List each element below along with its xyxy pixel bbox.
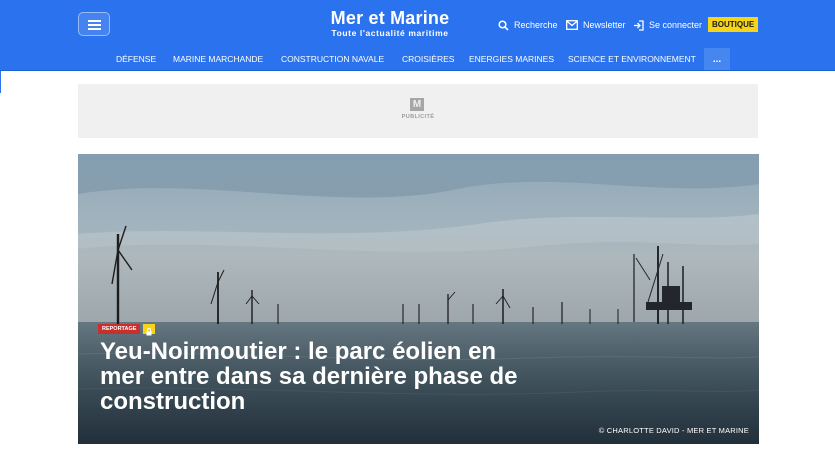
photo-credit: © CHARLOTTE DAVID - MER ET MARINE bbox=[598, 426, 749, 435]
nav-item-science-environnement[interactable]: SCIENCE ET ENVIRONNEMENT bbox=[568, 48, 696, 70]
main-nav: DÉFENSE MARINE MARCHANDE CONSTRUCTION NA… bbox=[0, 48, 835, 70]
newsletter-label: Newsletter bbox=[583, 20, 626, 30]
category-badge: REPORTAGE bbox=[98, 324, 141, 334]
article-title[interactable]: Yeu-Noirmoutier : le parc éolien en mer … bbox=[100, 339, 540, 414]
nav-item-croisieres[interactable]: CROISIÈRES bbox=[402, 48, 454, 70]
search-button[interactable]: Recherche bbox=[498, 15, 558, 35]
nav-item-marine-marchande[interactable]: MARINE MARCHANDE bbox=[173, 48, 263, 70]
shop-button[interactable]: BOUTIQUE bbox=[708, 17, 759, 32]
login-label: Se connecter bbox=[649, 20, 703, 30]
login-icon bbox=[634, 19, 644, 31]
ad-label: PUBLICITÉ bbox=[401, 114, 435, 120]
hero-article[interactable]: REPORTAGE Yeu-Noirmoutier : le parc éoli… bbox=[78, 154, 759, 444]
page-edge-line bbox=[0, 71, 1, 93]
nav-item-energies-marines[interactable]: ENERGIES MARINES bbox=[469, 48, 554, 70]
ad-logo: M bbox=[410, 98, 424, 111]
login-button[interactable]: Se connecter bbox=[633, 15, 702, 35]
newsletter-button[interactable]: Newsletter bbox=[566, 15, 626, 35]
article-badges: REPORTAGE bbox=[98, 324, 156, 336]
nav-item-defense[interactable]: DÉFENSE bbox=[116, 48, 156, 70]
premium-badge bbox=[143, 324, 156, 336]
search-label: Recherche bbox=[514, 20, 558, 30]
lock-icon bbox=[146, 328, 152, 336]
nav-divider bbox=[0, 70, 835, 71]
mail-icon bbox=[566, 20, 578, 30]
nav-more-button[interactable]: ... bbox=[704, 48, 730, 70]
ad-banner[interactable]: M PUBLICITÉ bbox=[78, 84, 758, 138]
nav-item-construction-navale[interactable]: CONSTRUCTION NAVALE bbox=[281, 48, 384, 70]
top-bar: Mer et Marine Toute l'actualité maritime… bbox=[0, 0, 835, 48]
search-icon bbox=[498, 19, 509, 31]
